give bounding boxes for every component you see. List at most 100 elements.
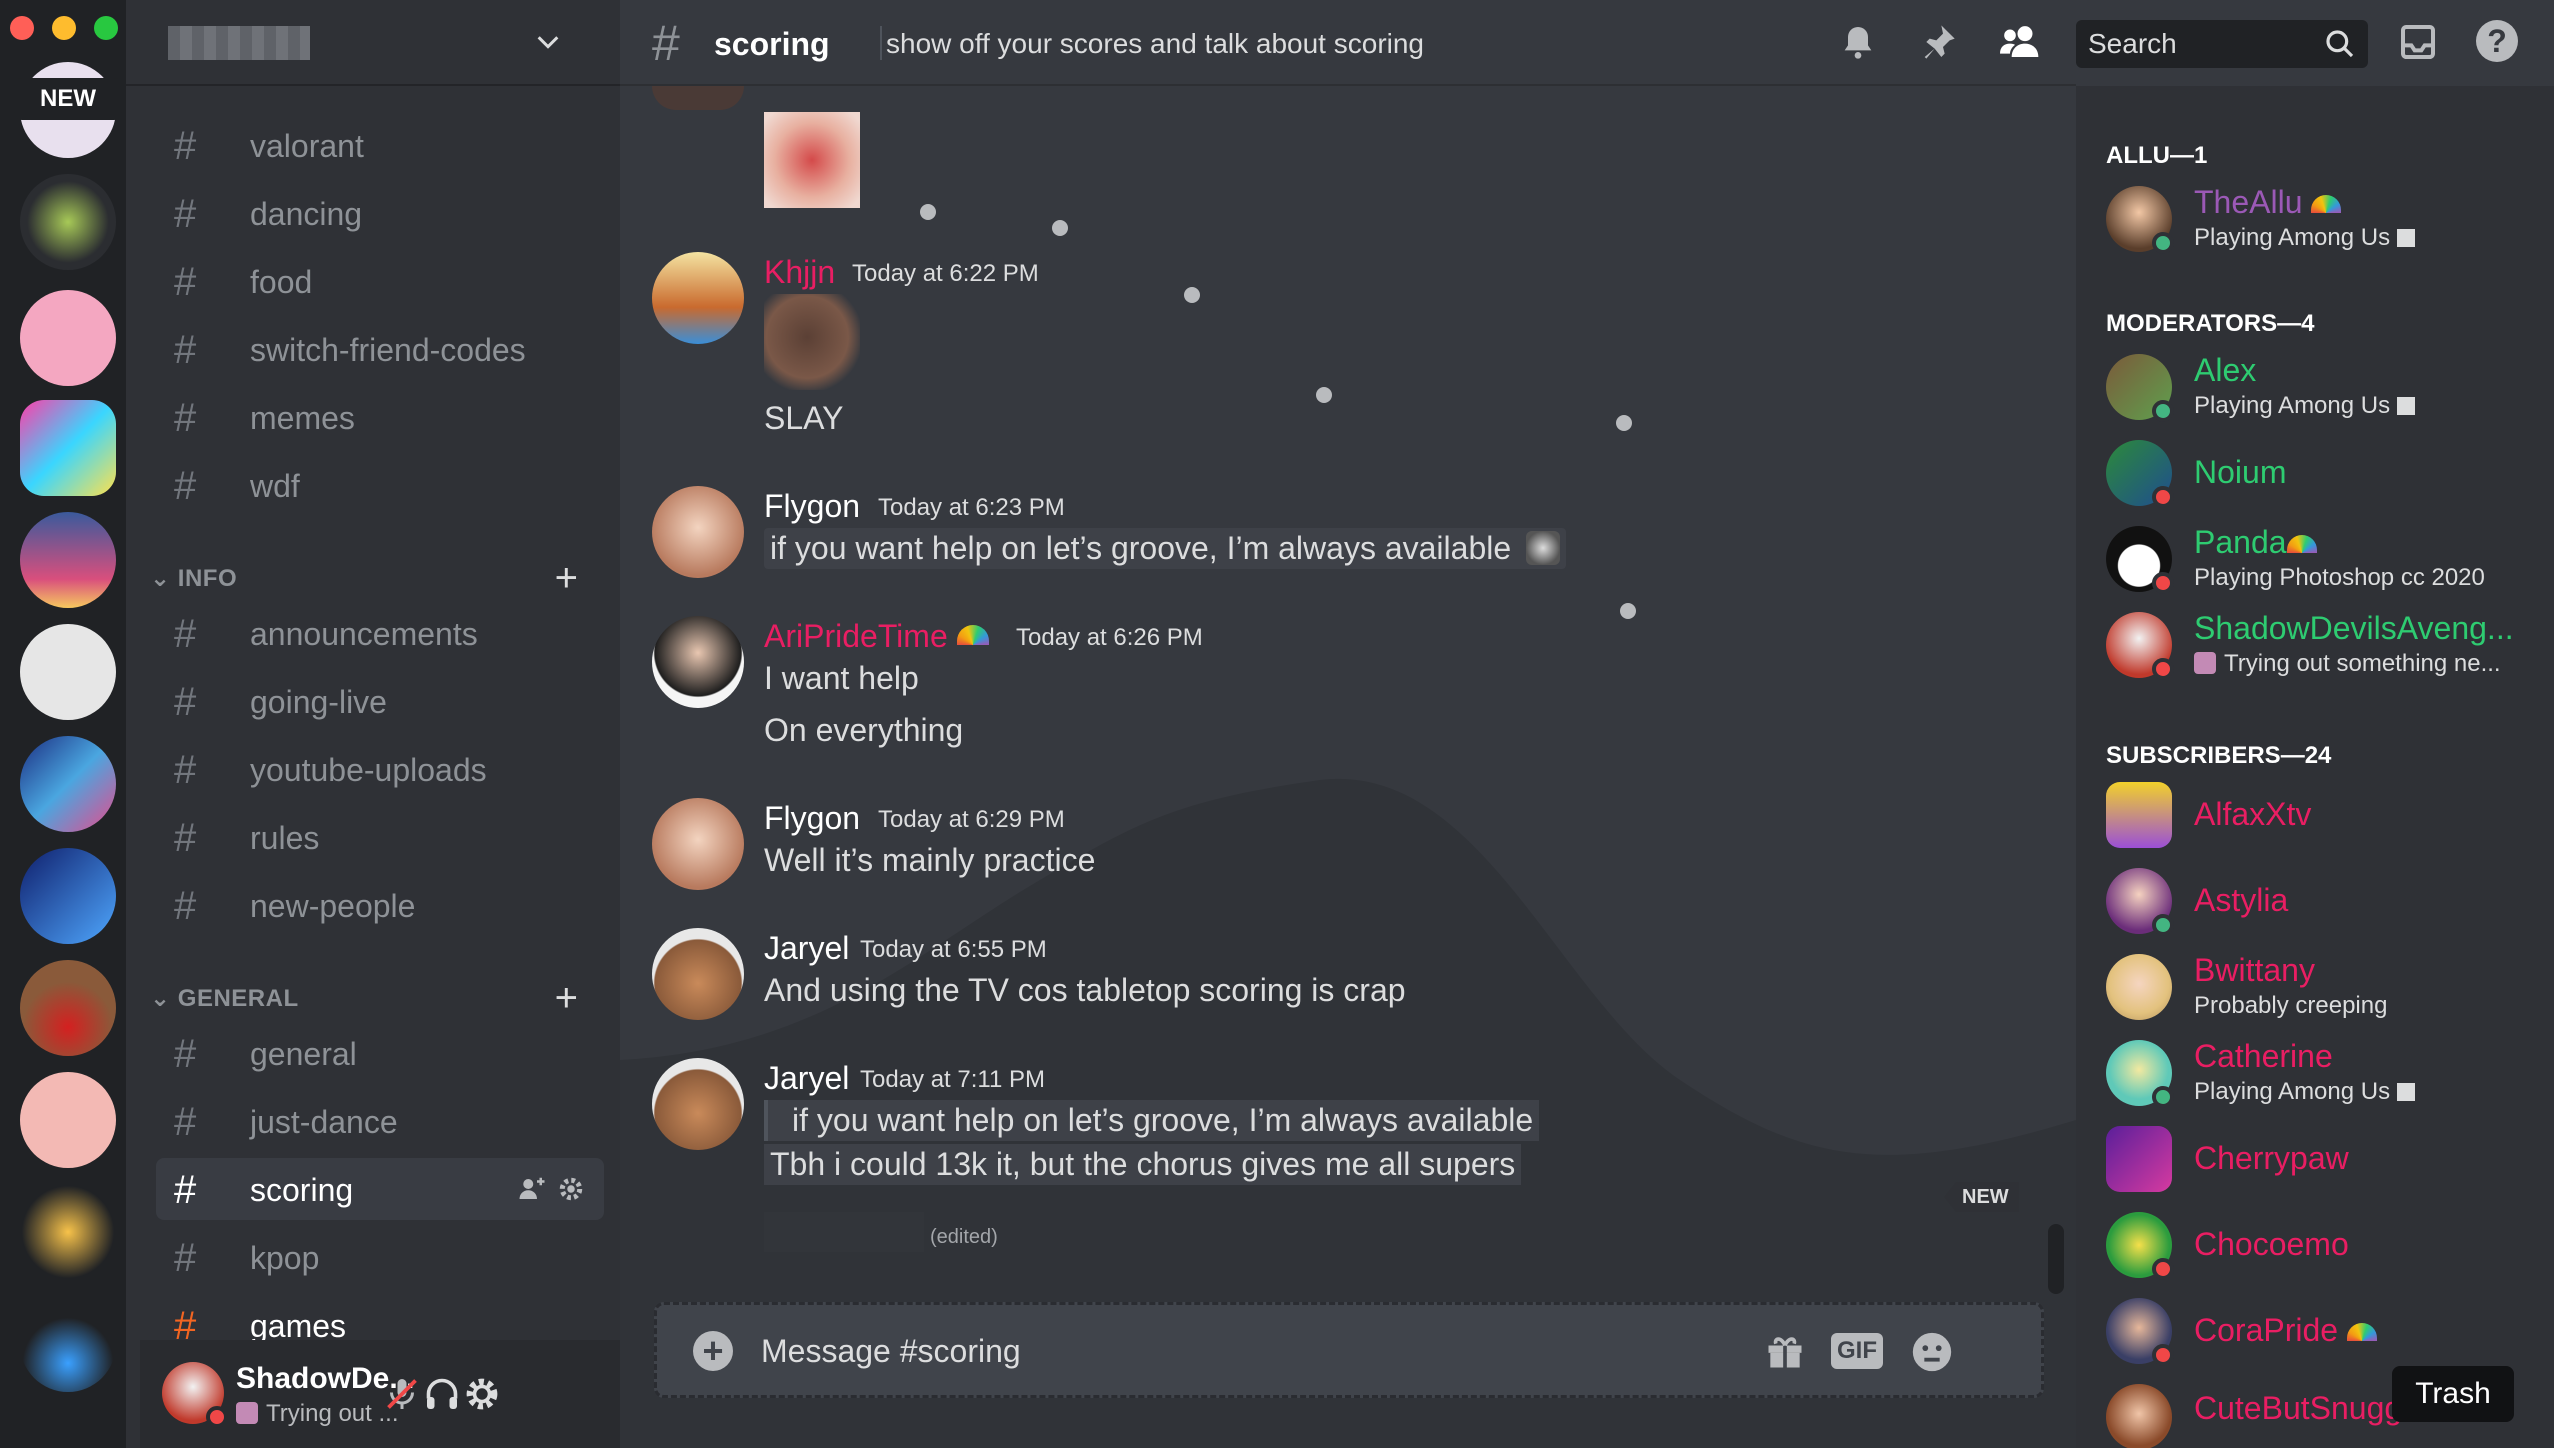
channel-kpop[interactable]: # kpop	[156, 1226, 604, 1288]
channel-new-people[interactable]: # new-people	[156, 874, 604, 936]
avatar[interactable]	[652, 486, 744, 578]
message-author[interactable]: Jaryel	[764, 1060, 849, 1097]
hash-icon: #	[174, 464, 197, 508]
add-attachment-icon[interactable]: +	[693, 1331, 733, 1371]
member-name-text: CoraPride	[2194, 1312, 2339, 1348]
member-item[interactable]: Alex Playing Among Us	[2106, 348, 2536, 426]
member-item[interactable]: Bwittany Probably creeping	[2106, 948, 2536, 1026]
avatar	[2106, 782, 2172, 848]
member-name: Panda	[2194, 524, 2317, 561]
message-composer[interactable]: + Message #scoring GIF	[654, 1302, 2044, 1398]
message-author[interactable]: Khjjn	[764, 254, 835, 291]
minimize-window-button[interactable]	[52, 16, 76, 40]
server-icon[interactable]	[20, 1184, 116, 1280]
channel-topic[interactable]: show off your scores and talk about scor…	[886, 28, 1424, 60]
emoji-icon[interactable]	[1909, 1329, 1955, 1375]
user-status: Trying out ...	[236, 1400, 399, 1428]
message-author[interactable]: AriPrideTime	[764, 618, 989, 655]
header-tools: Search ?	[2076, 0, 2554, 86]
member-item[interactable]: Catherine Playing Among Us	[2106, 1034, 2536, 1112]
rainbow-emoji-icon	[2286, 535, 2317, 553]
server-icon[interactable]	[20, 512, 116, 608]
channel-valorant[interactable]: # valorant	[156, 114, 604, 176]
gift-icon[interactable]	[1763, 1329, 1807, 1373]
member-item[interactable]: Noium	[2106, 434, 2536, 512]
channel-scoring[interactable]: # scoring	[156, 1158, 604, 1220]
server-icon[interactable]	[20, 290, 116, 386]
channel-going-live[interactable]: # going-live	[156, 670, 604, 732]
member-item[interactable]: Cherrypaw	[2106, 1120, 2536, 1198]
avatar[interactable]	[652, 616, 744, 708]
avatar[interactable]	[652, 252, 744, 344]
message-input[interactable]: Message #scoring	[761, 1333, 1021, 1370]
add-channel-icon[interactable]: +	[555, 558, 578, 598]
mute-icon[interactable]	[384, 1376, 420, 1412]
server-header[interactable]	[126, 0, 620, 86]
server-icon[interactable]	[20, 848, 116, 944]
avatar[interactable]	[652, 928, 744, 1020]
message-timestamp: Today at 6:29 PM	[878, 806, 1065, 833]
channel-general[interactable]: # general	[156, 1022, 604, 1084]
search-placeholder: Search	[2088, 28, 2177, 59]
server-icon[interactable]	[20, 960, 116, 1056]
category-general[interactable]: ⌄ GENERAL	[150, 984, 299, 1013]
channel-dancing[interactable]: # dancing	[156, 182, 604, 244]
server-icon[interactable]	[20, 624, 116, 720]
gif-button[interactable]: GIF	[1831, 1333, 1883, 1369]
member-activity: Probably creeping	[2194, 992, 2388, 1019]
headphones-icon[interactable]	[424, 1376, 460, 1412]
member-item[interactable]: TheAllu Playing Among Us	[2106, 180, 2536, 258]
member-name: Cherrypaw	[2194, 1140, 2349, 1176]
message-author[interactable]: Flygon	[764, 800, 860, 837]
channel-food[interactable]: # food	[156, 250, 604, 312]
image-attachment[interactable]	[764, 112, 860, 208]
server-icon[interactable]	[20, 1072, 116, 1168]
chevron-down-icon[interactable]	[534, 28, 562, 56]
channel-title: scoring	[714, 26, 830, 62]
server-icon[interactable]	[20, 174, 116, 270]
add-channel-icon[interactable]: +	[555, 978, 578, 1018]
gear-icon[interactable]	[556, 1174, 586, 1204]
user-settings-gear-icon[interactable]	[464, 1376, 500, 1412]
channel-label: switch-friend-codes	[250, 332, 526, 368]
member-item[interactable]: ShadowDevilsAveng... Trying out somethin…	[2106, 606, 2536, 684]
member-item[interactable]: Panda Playing Photoshop cc 2020	[2106, 520, 2536, 598]
inbox-icon[interactable]	[2398, 22, 2438, 62]
redacted-text	[764, 1212, 924, 1252]
channel-rules[interactable]: # rules	[156, 806, 604, 868]
member-item[interactable]: Astylia	[2106, 862, 2536, 940]
image-attachment[interactable]	[764, 294, 860, 390]
member-item[interactable]: Chocoemo	[2106, 1206, 2536, 1284]
channel-just-dance[interactable]: # just-dance	[156, 1090, 604, 1152]
server-icon[interactable]	[20, 736, 116, 832]
channel-announcements[interactable]: # announcements	[156, 602, 604, 664]
message-author[interactable]: Jaryel	[764, 930, 849, 967]
message-author[interactable]: Flygon	[764, 488, 860, 525]
search-input[interactable]: Search	[2076, 20, 2368, 68]
image-attachment[interactable]	[652, 86, 744, 110]
avatar[interactable]	[652, 798, 744, 890]
channel-wdf[interactable]: # wdf	[156, 454, 604, 516]
channel-youtube-uploads[interactable]: # youtube-uploads	[156, 738, 604, 800]
avatar[interactable]	[652, 1058, 744, 1150]
member-item[interactable]: AlfaxXtv	[2106, 776, 2536, 854]
invite-icon[interactable]	[516, 1174, 548, 1204]
help-icon[interactable]: ?	[2476, 20, 2518, 62]
search-icon[interactable]	[2324, 28, 2356, 60]
member-item[interactable]: CoraPride	[2106, 1292, 2536, 1370]
pin-icon[interactable]	[1918, 22, 1958, 62]
channel-memes[interactable]: # memes	[156, 386, 604, 448]
server-icon[interactable]	[20, 400, 116, 496]
members-icon[interactable]	[1998, 22, 2042, 62]
maximize-window-button[interactable]	[94, 16, 118, 40]
close-window-button[interactable]	[10, 16, 34, 40]
scrollbar-thumb[interactable]	[2048, 1224, 2064, 1294]
channel-label: memes	[250, 400, 355, 436]
new-messages-badge[interactable]: NEW	[1944, 1182, 2019, 1212]
server-icon[interactable]	[20, 1296, 116, 1392]
channel-switch-friend-codes[interactable]: # switch-friend-codes	[156, 318, 604, 380]
rich-presence-icon	[2396, 229, 2415, 247]
bell-icon[interactable]	[1838, 22, 1878, 62]
status-online-icon	[2152, 232, 2174, 254]
category-info[interactable]: ⌄ INFO	[150, 564, 237, 593]
